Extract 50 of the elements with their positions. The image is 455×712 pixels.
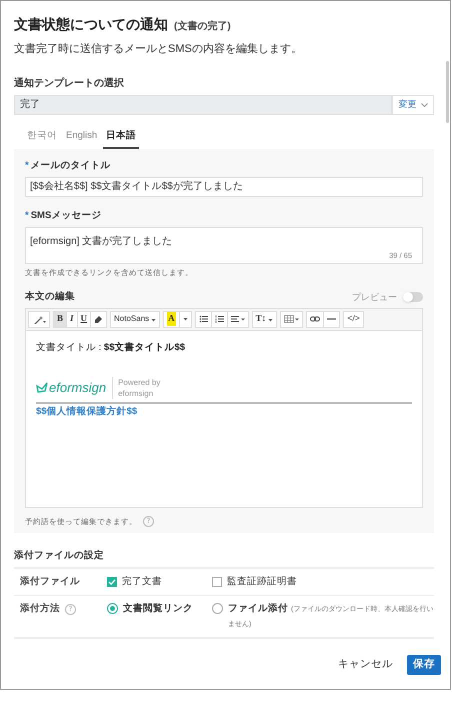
preview-toggle[interactable] (403, 292, 423, 302)
powered-by-text: eformsign (118, 388, 154, 399)
language-tab[interactable]: English (63, 126, 100, 148)
table-icon (284, 314, 300, 324)
row-label: 添付ファイル (20, 574, 80, 589)
logo-text: eformsign (49, 379, 106, 397)
radio-button[interactable] (107, 603, 118, 614)
section-title: 添付ファイルの設定 (14, 548, 434, 569)
title-note: (文書の完了) (174, 19, 231, 34)
link-icon (310, 314, 320, 324)
preview-label: プレビュー (352, 290, 397, 304)
dialog-title: 文書状態についての通知 (14, 15, 168, 34)
save-button[interactable]: 保存 (407, 654, 441, 675)
toolbar-button[interactable] (226, 312, 248, 326)
toolbar-button[interactable]: B (54, 312, 66, 326)
required-mark: * (25, 160, 29, 170)
toolbar-button[interactable] (210, 312, 227, 326)
powered-by-text: Powered by (118, 376, 160, 388)
radio-button[interactable] (212, 603, 223, 614)
option-label: 監査証跡証明書 (227, 575, 297, 589)
language-tab[interactable]: 한국어 (24, 126, 60, 148)
body-text: 文書タイトル : $$文書タイトル$$ (36, 340, 186, 354)
logo-icon (36, 382, 48, 394)
field-label: 通知テンプレートの選択 (14, 76, 125, 90)
scrollbar[interactable] (446, 61, 449, 123)
option-label: 文書閲覧リンク (123, 602, 193, 616)
dialog-subtitle: 文書完了時に送信するメールとSMSの内容を編集します。 (14, 42, 303, 57)
chevron-down-icon (420, 102, 428, 106)
checkbox[interactable] (212, 577, 222, 587)
option-label: 完了文書 (122, 575, 162, 589)
field-label: SMSメッセージ (30, 210, 102, 221)
checkbox[interactable] (107, 577, 117, 587)
change-button[interactable]: 変更 (392, 94, 434, 114)
row-label: 添付方法 (20, 602, 60, 616)
toolbar-button[interactable]: U (76, 312, 90, 326)
magic-wand-icon (32, 314, 46, 324)
title-field[interactable]: [$$会社名$$] $$文書タイトル$$が完了しました (25, 176, 423, 197)
cancel-button[interactable]: キャンセル (336, 654, 395, 675)
eraser-icon (94, 314, 104, 324)
toolbar-button[interactable]: I (66, 312, 77, 326)
field-label: メールのタイトル (30, 160, 111, 170)
toolbar-button[interactable]: A (164, 312, 179, 326)
policy-link[interactable]: $$個人情報保護方針$$ (36, 404, 138, 419)
check-icon (108, 578, 116, 586)
bullet-list-icon (198, 314, 208, 324)
align-icon (230, 314, 245, 324)
required-mark: * (25, 210, 29, 221)
numbered-list-icon (214, 314, 224, 324)
template-field: 完了 (14, 94, 392, 114)
field-label: 本文の編集 (25, 290, 75, 304)
